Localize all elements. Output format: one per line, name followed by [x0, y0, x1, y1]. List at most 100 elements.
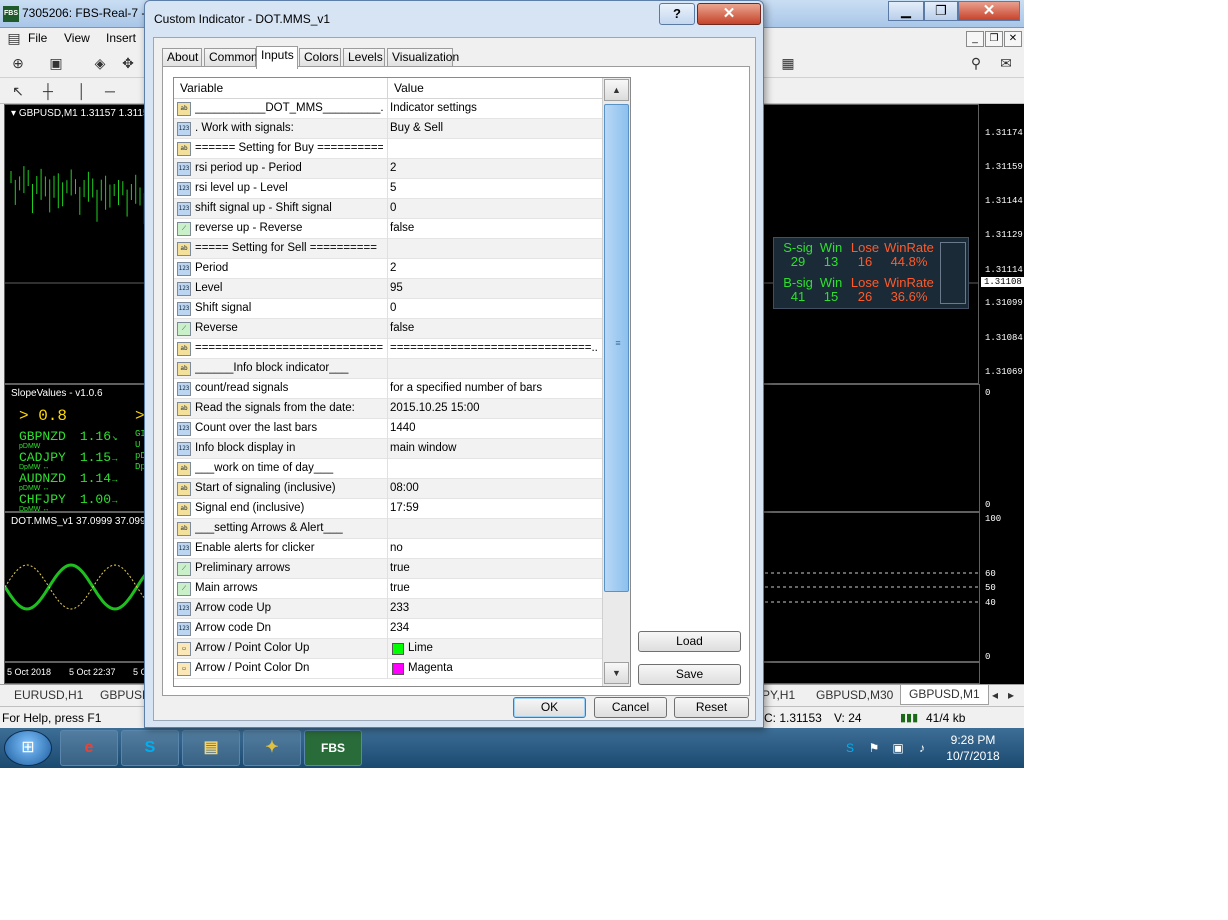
tab-levels[interactable]: Levels [343, 48, 385, 67]
column-header-variable[interactable]: Variable [180, 81, 223, 95]
tab-about[interactable]: About [162, 48, 202, 67]
input-row[interactable]: ▭ Arrow / Point Color Dn Magenta [174, 659, 602, 679]
search-icon[interactable]: ⚲ [966, 54, 986, 72]
input-row[interactable]: ab ___setting Arrows & Alert___ [174, 519, 602, 539]
input-row[interactable]: ab ___________DOT_MMS_________... Indicato… [174, 99, 602, 119]
vertical-line-icon[interactable]: │ [72, 82, 92, 100]
chart-tab-jpy-h1[interactable]: PY,H1 [762, 688, 795, 702]
input-value[interactable]: false [390, 222, 598, 234]
input-row[interactable]: 123 Level 95 [174, 279, 602, 299]
mdi-minimize-button[interactable]: _ [966, 31, 984, 47]
scroll-thumb[interactable]: ≡ [604, 104, 629, 592]
chart-tab-eurusd-h1[interactable]: EURUSD,H1 [14, 688, 83, 702]
terminal-close-button[interactable]: ✕ [958, 1, 1020, 21]
start-button[interactable]: ⊞ [4, 730, 52, 766]
column-header-value[interactable]: Value [394, 81, 424, 95]
network-tray-icon[interactable]: ▣ [890, 740, 906, 756]
installer-taskbar-icon[interactable]: ✦ [243, 730, 301, 766]
input-row[interactable]: ab ______Info block indicator___ [174, 359, 602, 379]
input-row[interactable]: 123 Period 2 [174, 259, 602, 279]
system-clock[interactable]: 9:28 PM 10/7/2018 [940, 732, 1006, 764]
input-row[interactable]: ▭ Arrow / Point Color Up Lime [174, 639, 602, 659]
input-row[interactable]: ⟋ Main arrows true [174, 579, 602, 599]
input-row[interactable]: 123 Enable alerts for clicker no [174, 539, 602, 559]
input-row[interactable]: 123 count/read signals for a specified num… [174, 379, 602, 399]
input-value[interactable]: 0 [390, 202, 598, 214]
input-row[interactable]: 123 Info block display in main window [174, 439, 602, 459]
reset-button[interactable]: Reset [674, 697, 749, 718]
input-value[interactable]: 2015.10.25 15:00 [390, 402, 598, 414]
cancel-button[interactable]: Cancel [594, 697, 667, 718]
market-watch-icon[interactable]: ◈ [90, 54, 110, 72]
input-value[interactable]: true [390, 562, 598, 574]
tabs-scroll-left-icon[interactable]: ◂ [992, 688, 998, 702]
input-row[interactable]: 123 rsi level up - Level 5 [174, 179, 602, 199]
input-value[interactable]: true [390, 582, 598, 594]
scroll-down-button[interactable]: ▼ [604, 662, 629, 684]
input-value[interactable]: 95 [390, 282, 598, 294]
input-value[interactable]: 234 [390, 622, 598, 634]
input-value[interactable]: main window [390, 442, 598, 454]
crosshair-icon[interactable]: ┼ [38, 82, 58, 100]
input-row[interactable]: 123 . Work with signals: Buy & Sell [174, 119, 602, 139]
tab-colors[interactable]: Colors [299, 48, 341, 67]
menu-insert[interactable]: Insert [106, 31, 136, 45]
skype-tray-icon[interactable]: S [842, 740, 858, 756]
input-value[interactable]: Magenta [408, 662, 616, 674]
input-value[interactable]: 17:59 [390, 502, 598, 514]
fbs-taskbar-icon[interactable]: FBS [304, 730, 362, 766]
ok-button[interactable]: OK [513, 697, 586, 718]
navigator-icon[interactable]: ✥ [118, 54, 138, 72]
skype-taskbar-icon[interactable]: S [121, 730, 179, 766]
input-row[interactable]: 123 Count over the last bars 1440 [174, 419, 602, 439]
input-value[interactable]: Lime [408, 642, 616, 654]
input-value[interactable]: 5 [390, 182, 598, 194]
mdi-close-button[interactable]: ✕ [1004, 31, 1022, 47]
input-value[interactable]: for a specified number of bars [390, 382, 598, 394]
input-value[interactable]: 1440 [390, 422, 598, 434]
column-divider[interactable] [387, 78, 388, 99]
terminal-minimize-button[interactable]: ▁ [888, 1, 924, 21]
input-row[interactable]: 123 rsi period up - Period 2 [174, 159, 602, 179]
input-value[interactable]: ==============================... [390, 342, 598, 354]
input-row[interactable]: ab ==============================... =====… [174, 339, 602, 359]
tab-inputs[interactable]: Inputs [256, 46, 298, 69]
save-button[interactable]: Save [638, 664, 741, 685]
input-value[interactable]: 2 [390, 262, 598, 274]
input-row[interactable]: ab Start of signaling (inclusive) 08:00 [174, 479, 602, 499]
input-row[interactable]: ab Read the signals from the date: 2015.10… [174, 399, 602, 419]
menu-file[interactable]: File [28, 31, 47, 45]
input-row[interactable]: ⟋ reverse up - Reverse false [174, 219, 602, 239]
chart-tab-gbpusd-m1[interactable]: GBPUSD,M1 [900, 685, 989, 705]
horizontal-line-icon[interactable]: ─ [100, 82, 120, 100]
dialog-close-button[interactable]: ✕ [697, 3, 761, 25]
input-value[interactable]: Buy & Sell [390, 122, 598, 134]
input-value[interactable]: 233 [390, 602, 598, 614]
explorer-taskbar-icon[interactable]: ▤ [182, 730, 240, 766]
input-row[interactable]: 123 Arrow code Up 233 [174, 599, 602, 619]
input-row[interactable]: ab ___work on time of day___ [174, 459, 602, 479]
mdi-restore-button[interactable]: ❐ [985, 31, 1003, 47]
cursor-icon[interactable]: ↖ [8, 82, 28, 100]
input-row[interactable]: 123 Shift signal 0 [174, 299, 602, 319]
flag-tray-icon[interactable]: ⚑ [866, 740, 882, 756]
input-row[interactable]: ab ====== Setting for Buy ========== [174, 139, 602, 159]
input-row[interactable]: 123 shift signal up - Shift signal 0 [174, 199, 602, 219]
input-value[interactable]: false [390, 322, 598, 334]
input-row[interactable]: ab ===== Setting for Sell ========== [174, 239, 602, 259]
scroll-up-button[interactable]: ▲ [604, 79, 629, 101]
templates-icon[interactable]: ▦ [778, 54, 798, 72]
profiles-icon[interactable]: ▣ [46, 54, 66, 72]
chart-tab-gbpusd-m30[interactable]: GBPUSD,M30 [816, 688, 893, 702]
grid-vertical-scrollbar[interactable]: ▲ ≡ ▼ [602, 78, 630, 686]
input-row[interactable]: ab Signal end (inclusive) 17:59 [174, 499, 602, 519]
tab-visualization[interactable]: Visualization [387, 48, 459, 67]
new-chart-icon[interactable]: ⊕ [8, 54, 28, 72]
input-row[interactable]: 123 Arrow code Dn 234 [174, 619, 602, 639]
input-value[interactable]: Indicator settings [390, 102, 598, 114]
load-button[interactable]: Load [638, 631, 741, 652]
terminal-maximize-button[interactable]: ❐ [924, 1, 958, 21]
input-row[interactable]: ⟋ Reverse false [174, 319, 602, 339]
input-value[interactable]: 08:00 [390, 482, 598, 494]
input-value[interactable]: no [390, 542, 598, 554]
